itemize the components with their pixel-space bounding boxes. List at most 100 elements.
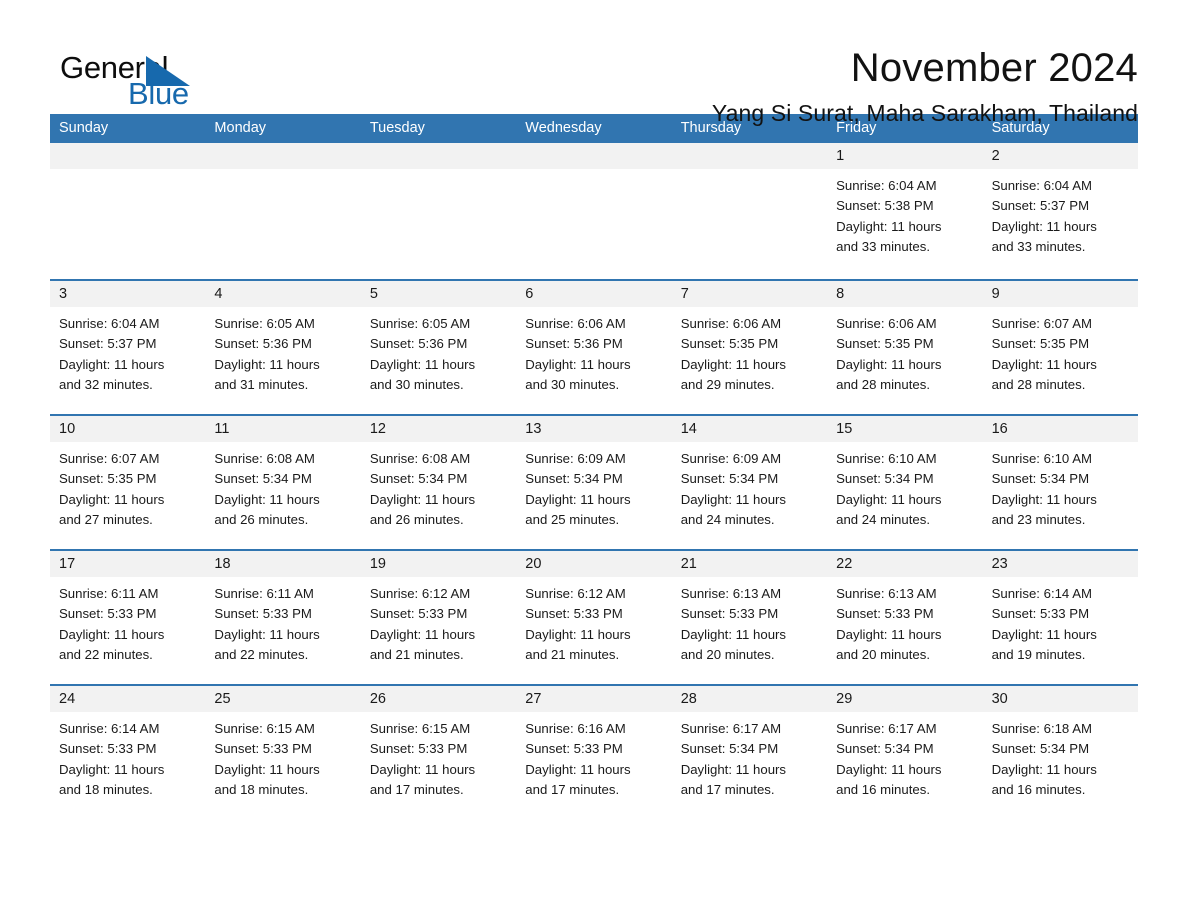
daylight-text-line2: and 30 minutes. (525, 376, 620, 392)
weekday-header-thursday: Thursday (680, 120, 742, 136)
sunrise-text: Sunrise: 6:09 AM (525, 451, 626, 466)
calendar-day-cell[interactable]: 9 Sunrise: 6:07 AM Sunset: 5:35 PM Daylight… (982, 281, 1138, 414)
day-number-band: 4 (205, 281, 361, 307)
daylight-text-line2: and 30 minutes. (369, 376, 464, 392)
daylight-text-line1: Daylight: 11 hours (214, 761, 320, 777)
calendar-day-cell-empty (50, 143, 206, 276)
sunset-text: Sunset: 5:33 PM (369, 741, 468, 757)
calendar-weeks: 1 Sunrise: 6:04 AM Sunset: 5:38 PM Daylight… (50, 143, 1138, 819)
calendar-day-cell[interactable]: 20 Sunrise: 6:12 AM Sunset: 5:33 PM Dayligh… (516, 551, 672, 684)
sunrise-text: Sunrise: 6:09 AM (680, 451, 782, 466)
daylight-text-line2: and 33 minutes. (991, 238, 1086, 254)
sunrise-text: Sunrise: 6:06 AM (525, 316, 626, 331)
day-number-band: 5 (360, 281, 517, 307)
calendar-day-cell[interactable]: 23 Sunrise: 6:14 AM Sunset: 5:33 PM Dayligh… (982, 551, 1138, 684)
sunrise-text: Sunrise: 6:11 AM (214, 586, 314, 601)
daylight-text-line1: Daylight: 11 hours (836, 761, 942, 777)
calendar-day-cell-empty (360, 143, 517, 276)
calendar-day-cell[interactable]: 24 Sunrise: 6:14 AM Sunset: 5:33 PM Dayligh… (50, 686, 206, 819)
sunrise-text: Sunrise: 6:08 AM (369, 451, 471, 466)
day-number: 2 (991, 147, 1000, 164)
calendar-day-cell[interactable]: 29 Sunrise: 6:17 AM Sunset: 5:34 PM Dayligh… (827, 686, 983, 819)
daylight-text-line1: Daylight: 11 hours (59, 356, 165, 372)
day-number-band: 1 (827, 143, 983, 169)
day-number: 3 (59, 285, 68, 302)
daylight-text-line1: Daylight: 11 hours (680, 761, 787, 777)
day-number: 1 (836, 147, 845, 164)
calendar-day-cell[interactable]: 4 Sunrise: 6:05 AM Sunset: 5:36 PM Daylight… (205, 281, 361, 414)
daylight-text-line2: and 21 minutes. (525, 646, 620, 662)
daylight-text-line2: and 29 minutes. (680, 376, 775, 392)
calendar-day-cell[interactable]: 2 Sunrise: 6:04 AM Sunset: 5:37 PM Daylight… (982, 143, 1138, 276)
calendar-day-cell[interactable]: 25 Sunrise: 6:15 AM Sunset: 5:33 PM Dayligh… (205, 686, 361, 819)
daylight-text-line2: and 17 minutes. (680, 781, 775, 797)
day-number-band: 28 (671, 686, 828, 712)
calendar-day-cell[interactable]: 3 Sunrise: 6:04 AM Sunset: 5:37 PM Daylight… (50, 281, 206, 414)
day-number-band: 21 (671, 551, 828, 577)
calendar-day-cell[interactable]: 1 Sunrise: 6:04 AM Sunset: 5:38 PM Daylight… (827, 143, 983, 276)
calendar-day-cell[interactable]: 16 Sunrise: 6:10 AM Sunset: 5:34 PM Dayligh… (982, 416, 1138, 549)
daylight-text-line2: and 17 minutes. (369, 781, 464, 797)
daylight-text-line1: Daylight: 11 hours (59, 491, 165, 507)
day-number-band (50, 143, 206, 169)
day-number: 17 (59, 555, 76, 572)
calendar-day-cell[interactable]: 19 Sunrise: 6:12 AM Sunset: 5:33 PM Dayligh… (360, 551, 517, 684)
day-number: 12 (369, 420, 386, 437)
calendar-day-cell[interactable]: 5 Sunrise: 6:05 AM Sunset: 5:36 PM Daylight… (360, 281, 517, 414)
day-details: Sunrise: 6:05 AM Sunset: 5:36 PM Daylight:… (361, 307, 516, 395)
day-number: 13 (525, 420, 542, 437)
calendar-day-cell[interactable]: 15 Sunrise: 6:10 AM Sunset: 5:34 PM Dayligh… (827, 416, 983, 549)
day-details: Sunrise: 6:07 AM Sunset: 5:35 PM Daylight:… (983, 307, 1138, 395)
daylight-text-line2: and 21 minutes. (369, 646, 464, 662)
sunset-text: Sunset: 5:35 PM (680, 336, 779, 352)
weekday-header-monday: Monday (214, 120, 267, 136)
day-number: 26 (369, 690, 386, 707)
daylight-text-line2: and 32 minutes. (59, 376, 153, 392)
calendar-day-cell[interactable]: 17 Sunrise: 6:11 AM Sunset: 5:33 PM Dayligh… (50, 551, 206, 684)
calendar-day-cell[interactable]: 11 Sunrise: 6:08 AM Sunset: 5:34 PM Dayligh… (205, 416, 361, 549)
sunrise-text: Sunrise: 6:10 AM (836, 451, 937, 466)
calendar-day-cell[interactable]: 13 Sunrise: 6:09 AM Sunset: 5:34 PM Dayligh… (516, 416, 672, 549)
daylight-text-line2: and 18 minutes. (214, 781, 309, 797)
daylight-text-line1: Daylight: 11 hours (525, 761, 631, 777)
sunrise-text: Sunrise: 6:08 AM (214, 451, 315, 466)
sunset-text: Sunset: 5:34 PM (836, 471, 934, 487)
calendar-day-cell[interactable]: 22 Sunrise: 6:13 AM Sunset: 5:33 PM Dayligh… (827, 551, 983, 684)
daylight-text-line1: Daylight: 11 hours (836, 356, 942, 372)
daylight-text-line1: Daylight: 11 hours (525, 626, 631, 642)
daylight-text-line1: Daylight: 11 hours (991, 626, 1097, 642)
day-number-band: 27 (516, 686, 672, 712)
calendar-day-cell[interactable]: 28 Sunrise: 6:17 AM Sunset: 5:34 PM Dayligh… (671, 686, 828, 819)
day-number-band: 9 (982, 281, 1138, 307)
day-details: Sunrise: 6:06 AM Sunset: 5:35 PM Daylight:… (672, 307, 827, 395)
sunset-text: Sunset: 5:33 PM (59, 741, 157, 757)
day-number: 4 (214, 285, 223, 302)
calendar-day-cell[interactable]: 30 Sunrise: 6:18 AM Sunset: 5:34 PM Dayligh… (982, 686, 1138, 819)
calendar-day-cell[interactable]: 27 Sunrise: 6:16 AM Sunset: 5:33 PM Dayligh… (516, 686, 672, 819)
day-number: 27 (525, 690, 542, 707)
day-number: 18 (214, 555, 231, 572)
calendar-day-cell[interactable]: 21 Sunrise: 6:13 AM Sunset: 5:33 PM Dayligh… (671, 551, 828, 684)
calendar-day-cell[interactable]: 14 Sunrise: 6:09 AM Sunset: 5:34 PM Dayligh… (671, 416, 828, 549)
calendar-day-cell[interactable]: 12 Sunrise: 6:08 AM Sunset: 5:34 PM Dayligh… (360, 416, 517, 549)
calendar-week-row: 10 Sunrise: 6:07 AM Sunset: 5:35 PM Dayligh… (50, 414, 1138, 549)
sunrise-text: Sunrise: 6:04 AM (59, 316, 160, 331)
weekday-header-sunday: Sunday (59, 120, 109, 136)
calendar-day-cell[interactable]: 18 Sunrise: 6:11 AM Sunset: 5:33 PM Dayligh… (205, 551, 361, 684)
day-details: Sunrise: 6:15 AM Sunset: 5:33 PM Daylight:… (205, 712, 360, 800)
calendar-day-cell[interactable]: 26 Sunrise: 6:15 AM Sunset: 5:33 PM Dayligh… (360, 686, 517, 819)
day-number: 10 (59, 420, 76, 437)
daylight-text-line1: Daylight: 11 hours (680, 491, 787, 507)
calendar-day-cell[interactable]: 10 Sunrise: 6:07 AM Sunset: 5:35 PM Dayligh… (50, 416, 206, 549)
calendar-day-cell[interactable]: 6 Sunrise: 6:06 AM Sunset: 5:36 PM Daylight… (516, 281, 672, 414)
daylight-text-line2: and 16 minutes. (836, 781, 930, 797)
calendar-day-cell[interactable]: 8 Sunrise: 6:06 AM Sunset: 5:35 PM Daylight… (827, 281, 983, 414)
daylight-text-line2: and 23 minutes. (991, 511, 1086, 527)
day-details: Sunrise: 6:16 AM Sunset: 5:33 PM Daylight:… (516, 712, 671, 800)
day-details: Sunrise: 6:09 AM Sunset: 5:34 PM Daylight:… (516, 442, 671, 530)
calendar-day-cell[interactable]: 7 Sunrise: 6:06 AM Sunset: 5:35 PM Daylight… (671, 281, 828, 414)
daylight-text-line1: Daylight: 11 hours (836, 626, 942, 642)
day-number: 21 (680, 555, 697, 572)
daylight-text-line2: and 20 minutes. (836, 646, 930, 662)
sunset-text: Sunset: 5:35 PM (59, 471, 157, 487)
